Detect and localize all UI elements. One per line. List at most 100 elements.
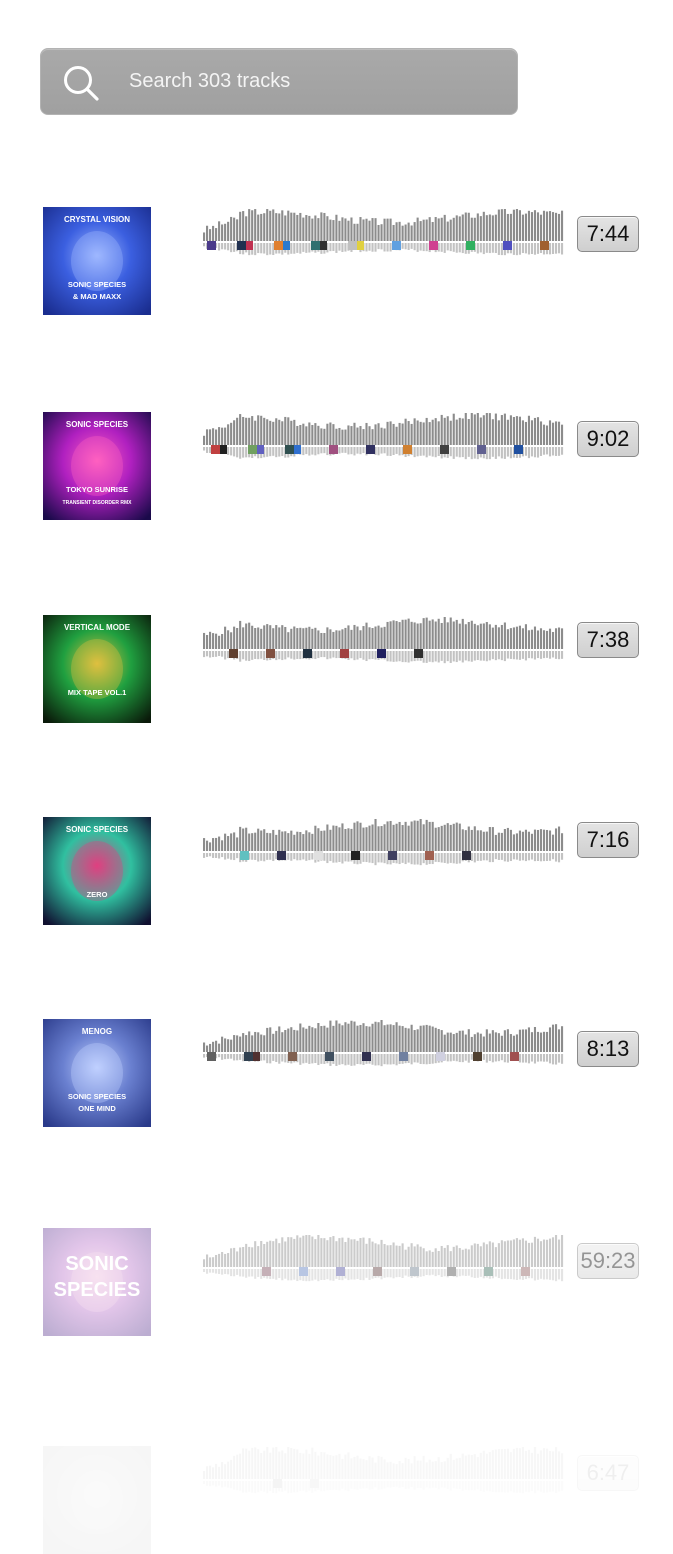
comment-thumbnail[interactable] [403,445,412,454]
album-cover[interactable]: VERTICAL MODE MIX TAPE VOL.1 [43,615,151,723]
waveform-bar [467,212,470,241]
album-cover[interactable]: SONIC SPECIES [43,1228,151,1336]
album-cover[interactable]: SONIC SPECIES ZERO [43,817,151,925]
album-cover[interactable]: CRYSTAL VISION SONIC SPECIES & MAD MAXX [43,207,151,315]
waveform-reflection-bar [359,651,362,659]
comment-thumbnail[interactable] [207,241,216,250]
comment-thumbnail[interactable] [436,1052,445,1061]
waveform-reflection-bar [524,243,527,254]
waveform[interactable] [203,411,564,463]
comment-thumbnail[interactable] [473,1052,482,1061]
comment-thumbnail[interactable] [266,649,275,658]
waveform-reflection-bar [527,1054,531,1064]
comment-thumbnail[interactable] [211,445,220,454]
comment-thumbnail[interactable] [240,851,249,860]
comment-thumbnail[interactable] [325,1052,334,1061]
comment-thumbnail[interactable] [299,1267,308,1276]
comment-thumbnail[interactable] [388,851,397,860]
waveform-reflection-bar [302,1481,305,1491]
waveform-bar [446,1457,449,1479]
comment-thumbnail[interactable] [336,1267,345,1276]
waveform-reflection-bar [452,243,455,252]
waveform-bar [257,214,260,241]
comment-thumbnail[interactable] [303,649,312,658]
comment-thumbnail[interactable] [392,241,401,250]
waveform-bar [278,627,281,649]
track-row[interactable]: 6:47 [0,0,673,1554]
waveform-bar [467,1249,470,1267]
waveform[interactable] [203,1445,564,1497]
comment-thumbnail[interactable] [510,1052,519,1061]
comment-thumbnail[interactable] [399,1052,408,1061]
waveform-reflection-bar [308,243,311,253]
comment-thumbnail[interactable] [244,1052,253,1061]
waveform-reflection-bar [560,243,564,255]
album-cover[interactable]: SONIC SPECIES TOKYO SUNRISE TRANSIENT DISO… [43,412,151,520]
comment-thumbnail[interactable] [285,445,294,454]
album-cover[interactable] [43,1446,151,1554]
comment-thumbnail[interactable] [229,649,238,658]
waveform-bar [305,1449,308,1479]
comment-thumbnail[interactable] [503,241,512,250]
comment-thumbnail[interactable] [362,1052,371,1061]
comment-thumbnail[interactable] [288,1052,297,1061]
comment-thumbnail[interactable] [277,851,286,860]
waveform-reflection-bar [449,853,452,863]
comment-thumbnail[interactable] [514,445,523,454]
comment-thumbnail[interactable] [429,241,438,250]
waveform-bar [413,222,416,241]
waveform-bar [536,417,540,445]
waveform-bar [305,426,308,445]
comment-thumbnail[interactable] [310,1479,319,1488]
comment-thumbnail[interactable] [440,445,449,454]
comment-thumbnail[interactable] [248,445,257,454]
comment-thumbnail[interactable] [373,1267,382,1276]
comment-thumbnail[interactable] [540,241,549,250]
comment-thumbnail[interactable] [447,1267,456,1276]
waveform[interactable] [203,1018,564,1070]
album-cover[interactable]: MENOG SONIC SPECIES ONE MIND [43,1019,151,1127]
waveform-bar [464,1248,467,1267]
comment-thumbnail[interactable] [377,649,386,658]
comment-thumbnail[interactable] [410,1267,419,1276]
waveform-reflection-bar [356,1269,359,1279]
waveform-reflection-bar [305,243,308,253]
comment-thumbnail[interactable] [273,1479,282,1488]
comment-thumbnail[interactable] [414,649,423,658]
comment-thumbnail[interactable] [340,649,349,658]
waveform[interactable] [203,615,564,667]
waveform[interactable] [203,1233,564,1285]
waveform-reflection-bar [464,1269,467,1276]
comment-thumbnail[interactable] [311,241,320,250]
comment-thumbnail[interactable] [237,241,246,250]
comment-thumbnail[interactable] [351,851,360,860]
comment-thumbnail[interactable] [366,445,375,454]
comment-thumbnail[interactable] [477,445,486,454]
comment-thumbnail[interactable] [262,1267,271,1276]
waveform[interactable] [203,207,564,259]
comment-thumbnail[interactable] [425,851,434,860]
duration-badge: 7:16 [577,822,639,858]
waveform-bar [320,1238,323,1267]
waveform-bar [467,1454,470,1479]
waveform-bar [215,1040,218,1052]
waveform-reflection-bar [494,853,497,860]
waveform-bar [458,216,461,241]
comment-thumbnail[interactable] [521,1267,530,1276]
comment-thumbnail[interactable] [207,1052,216,1061]
waveform-bar [410,1024,413,1052]
comment-thumbnail[interactable] [462,851,471,860]
waveform-reflection-bar [338,243,341,251]
waveform-bar [323,1238,326,1267]
waveform-reflection-bar [287,651,290,658]
comment-thumbnail[interactable] [274,241,283,250]
comment-thumbnail[interactable] [314,851,323,860]
comment-thumbnail[interactable] [348,241,357,250]
waveform-reflection-bar [398,651,401,662]
comment-thumbnail[interactable] [329,445,338,454]
waveform-bar [290,830,293,851]
waveform[interactable] [203,817,564,869]
waveform-reflection-bar [443,853,446,863]
comment-thumbnail[interactable] [484,1267,493,1276]
comment-thumbnail[interactable] [466,241,475,250]
